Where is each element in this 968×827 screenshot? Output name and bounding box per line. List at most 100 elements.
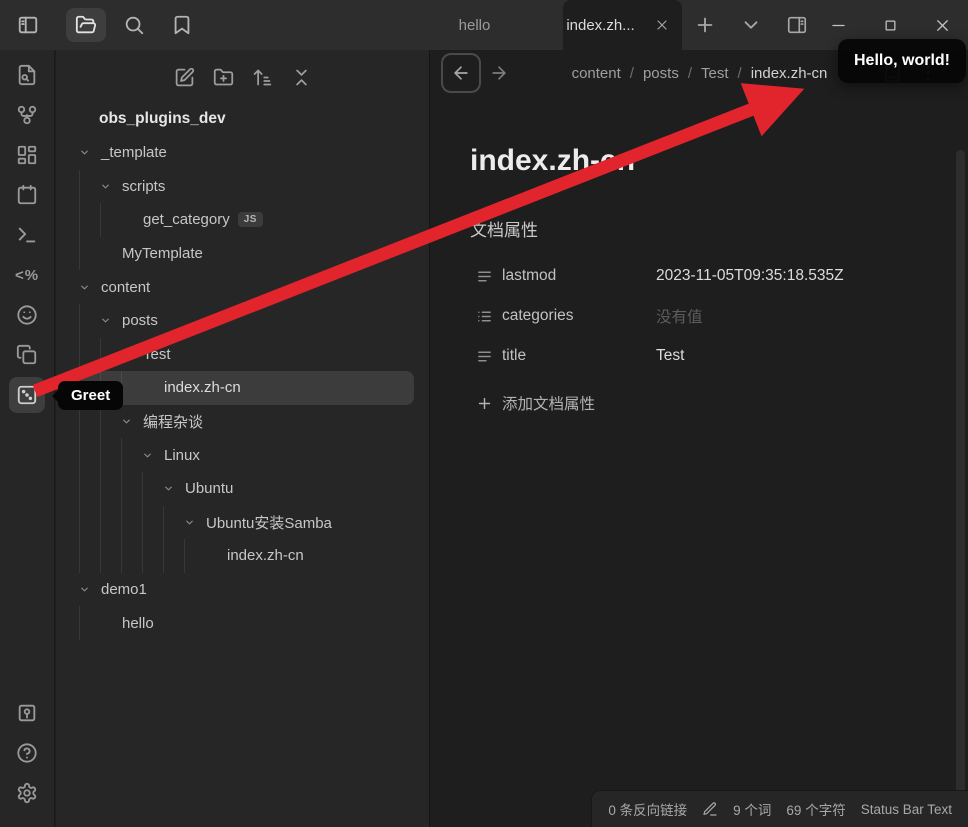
tree-folder-demo1[interactable]: demo1 bbox=[71, 573, 414, 607]
code-percent-icon: <% bbox=[15, 267, 39, 284]
panel-right-icon bbox=[786, 14, 808, 36]
tree-file-get_category[interactable]: get_categoryJS bbox=[71, 203, 414, 237]
indent-guide bbox=[163, 539, 184, 573]
calendar-icon bbox=[16, 184, 38, 206]
dice-icon bbox=[16, 384, 38, 406]
property-type-text-icon bbox=[476, 348, 494, 365]
tree-file-MyTemplate[interactable]: MyTemplate bbox=[71, 237, 414, 271]
navigate-back-button[interactable] bbox=[441, 53, 481, 93]
chevron-down-icon bbox=[79, 147, 90, 158]
collapse-chevron[interactable] bbox=[121, 416, 143, 427]
indent-guide bbox=[79, 539, 100, 573]
close-icon bbox=[654, 17, 670, 33]
property-value[interactable]: Test bbox=[656, 347, 684, 365]
new-tab-button[interactable] bbox=[694, 14, 716, 36]
tree-file-hello[interactable]: hello bbox=[71, 606, 414, 640]
editor-pane: content/posts/Test/index.zh-cn index.zh-… bbox=[431, 50, 968, 827]
collapse-chevron[interactable] bbox=[142, 450, 164, 461]
tab-close-button[interactable] bbox=[654, 17, 670, 33]
collapse-chevron[interactable] bbox=[163, 483, 185, 494]
tree-folder-posts[interactable]: posts bbox=[71, 304, 414, 338]
statusbar-item[interactable]: Status Bar Text bbox=[861, 802, 952, 817]
tree-folder-content[interactable]: content bbox=[71, 270, 414, 304]
collapse-chevron[interactable] bbox=[100, 315, 122, 326]
change-sort-order-button[interactable] bbox=[252, 67, 273, 88]
ribbon-templater-button[interactable]: <% bbox=[9, 257, 45, 293]
obsidian-window: helloindex.zh... <% obs_plugins_dev _tem… bbox=[0, 0, 968, 827]
edit-icon bbox=[174, 67, 195, 88]
chevron-down-icon bbox=[121, 416, 132, 427]
indent-guide bbox=[79, 506, 100, 540]
notice-toast[interactable]: Hello, world! bbox=[838, 39, 966, 83]
file-explorer-header bbox=[56, 50, 429, 102]
ribbon-help-button[interactable] bbox=[9, 735, 45, 771]
ribbon-daily-note-button[interactable] bbox=[9, 177, 45, 213]
ribbon-vault-switcher-button[interactable] bbox=[9, 695, 45, 731]
editor-scrollbar[interactable] bbox=[956, 150, 965, 827]
help-icon bbox=[16, 742, 38, 764]
breadcrumb-segment[interactable]: Test bbox=[701, 65, 729, 82]
text-icon bbox=[476, 268, 493, 285]
ribbon-open-graph-view-button[interactable] bbox=[9, 97, 45, 133]
tab-index-zh-[interactable]: index.zh... bbox=[563, 0, 682, 50]
breadcrumb-segment[interactable]: posts bbox=[643, 65, 679, 82]
statusbar-item[interactable]: 9 个词 bbox=[733, 799, 771, 819]
tab-list-button[interactable] bbox=[740, 14, 762, 36]
ribbon-canvas-button[interactable] bbox=[9, 137, 45, 173]
collapse-all-button[interactable] bbox=[291, 67, 312, 88]
new-note-button[interactable] bbox=[174, 67, 195, 88]
files-nav-button[interactable] bbox=[66, 8, 106, 42]
collapse-chevron[interactable] bbox=[79, 584, 101, 595]
ribbon-terminal-button[interactable] bbox=[9, 217, 45, 253]
greet-tooltip: Greet bbox=[58, 381, 123, 410]
breadcrumb-segment[interactable]: content bbox=[572, 65, 621, 82]
tree-folder-Ubuntu安装Samba[interactable]: Ubuntu安装Samba bbox=[71, 506, 414, 540]
bookmarks-nav-button[interactable] bbox=[162, 8, 202, 42]
collapse-chevron[interactable] bbox=[79, 147, 101, 158]
sort-asc-icon bbox=[252, 67, 273, 88]
tree-folder-编程杂谈[interactable]: 编程杂谈 bbox=[71, 405, 414, 439]
breadcrumb-segment[interactable]: index.zh-cn bbox=[751, 65, 828, 82]
property-key[interactable]: lastmod bbox=[502, 267, 656, 285]
indent-guide bbox=[142, 539, 163, 573]
statusbar-item[interactable]: 0 条反向链接 bbox=[608, 799, 687, 819]
chevron-down-icon bbox=[184, 517, 195, 528]
tree-folder-scripts[interactable]: scripts bbox=[71, 170, 414, 204]
property-key[interactable]: title bbox=[502, 347, 656, 365]
property-value[interactable]: 2023-11-05T09:35:18.535Z bbox=[656, 267, 844, 285]
collapse-chevron[interactable] bbox=[184, 517, 206, 528]
tree-folder-Test[interactable]: Test bbox=[71, 338, 414, 372]
ribbon-greet-plugin-button[interactable] bbox=[9, 377, 45, 413]
toggle-left-sidebar-button[interactable] bbox=[14, 8, 42, 42]
property-value[interactable]: 没有值 bbox=[656, 305, 703, 327]
search-nav-button[interactable] bbox=[114, 8, 154, 42]
new-folder-button[interactable] bbox=[213, 67, 234, 88]
add-property-button[interactable]: 添加文档属性 bbox=[470, 386, 928, 420]
collapse-chevron[interactable] bbox=[100, 181, 122, 192]
navigate-forward-button[interactable] bbox=[489, 63, 509, 83]
vault-title[interactable]: obs_plugins_dev bbox=[71, 102, 414, 136]
smile-icon bbox=[16, 304, 38, 326]
property-key[interactable]: categories bbox=[502, 307, 656, 325]
statusbar-item[interactable]: 69 个字符 bbox=[786, 799, 845, 819]
tree-file-index.zh-cn[interactable]: index.zh-cn bbox=[71, 539, 414, 573]
collapse-chevron[interactable] bbox=[121, 349, 143, 360]
tree-folder-Linux[interactable]: Linux bbox=[71, 438, 414, 472]
tab-hello[interactable]: hello bbox=[430, 0, 563, 50]
ribbon-copy-plugin-button[interactable] bbox=[9, 337, 45, 373]
add-property-label: 添加文档属性 bbox=[502, 392, 595, 414]
plus-icon bbox=[694, 14, 716, 36]
ribbon-emoji-picker-button[interactable] bbox=[9, 297, 45, 333]
tree-folder-Ubuntu[interactable]: Ubuntu bbox=[71, 472, 414, 506]
tree-folder-_template[interactable]: _template bbox=[71, 136, 414, 170]
collapse-chevron[interactable] bbox=[79, 282, 101, 293]
ribbon-open-quick-switcher-button[interactable] bbox=[9, 57, 45, 93]
toggle-right-sidebar-button[interactable] bbox=[786, 14, 808, 36]
tree-item-label: Ubuntu安装Samba bbox=[206, 512, 332, 533]
chevron-down-icon bbox=[100, 315, 111, 326]
ribbon-settings-button[interactable] bbox=[9, 775, 45, 811]
tree-item-label: index.zh-cn bbox=[164, 379, 241, 396]
tree-item-label: content bbox=[101, 279, 150, 296]
note-title[interactable]: index.zh-cn bbox=[470, 144, 928, 178]
plus-icon bbox=[476, 395, 493, 412]
